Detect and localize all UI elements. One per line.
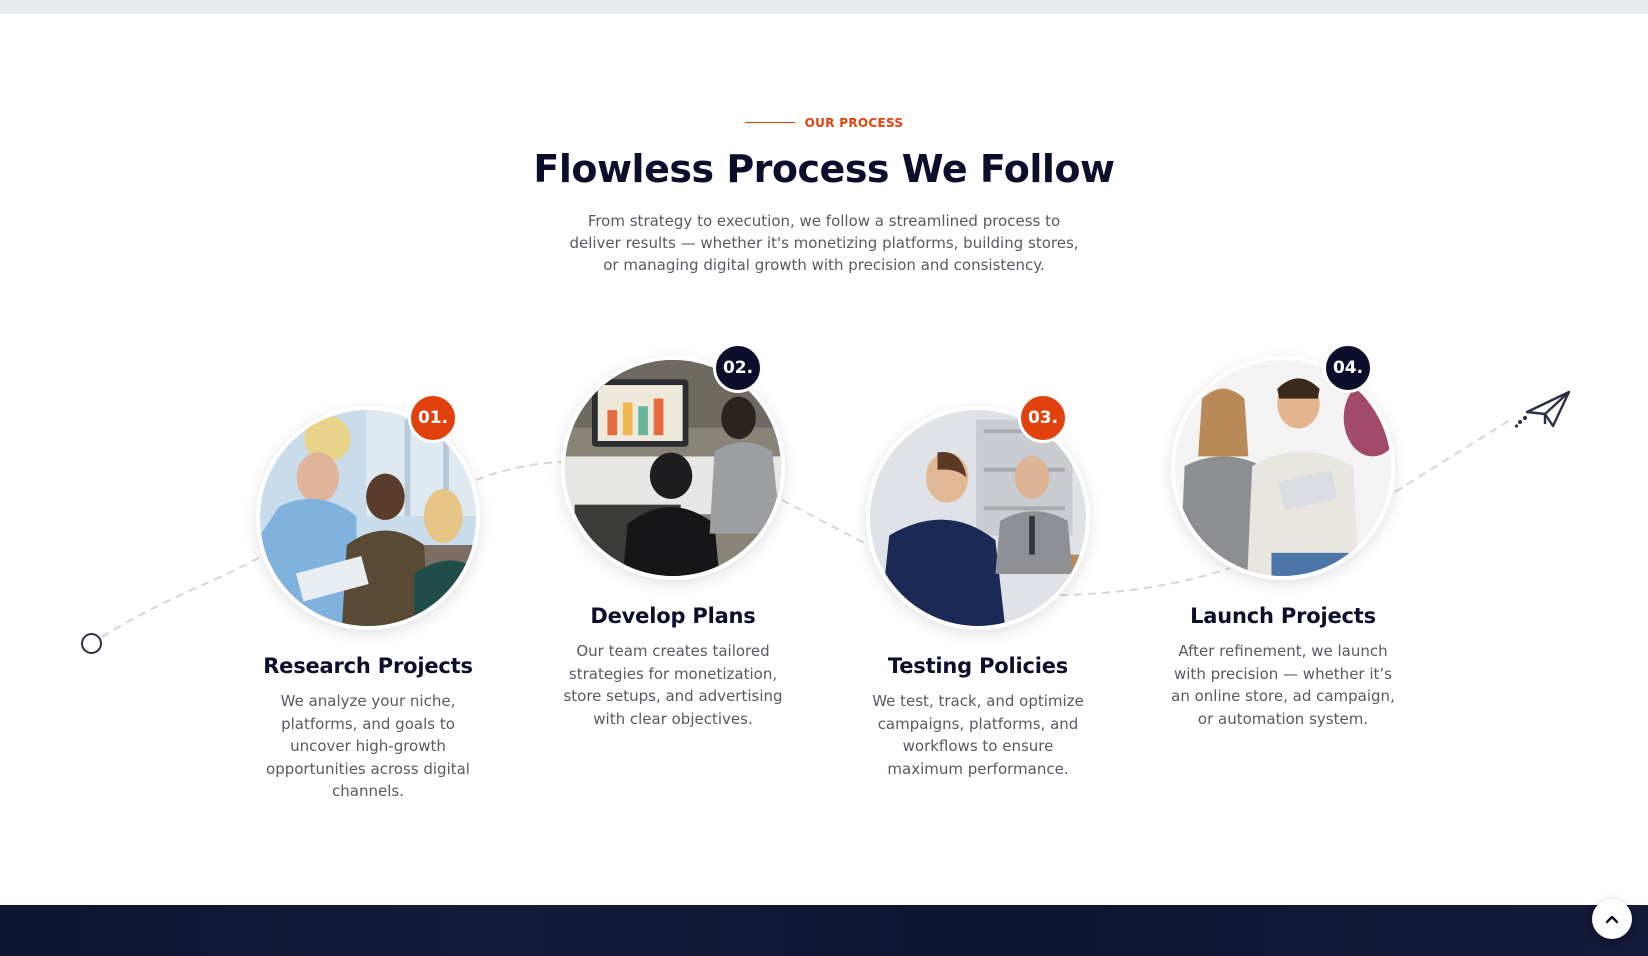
step-description: Our team creates tailored strategies for… bbox=[563, 642, 783, 728]
step-number-badge: 01. bbox=[408, 393, 458, 443]
step-photo-wrapper: 03. bbox=[866, 393, 1090, 630]
chevron-up-icon bbox=[1605, 915, 1619, 924]
eyebrow: OUR PROCESS bbox=[744, 115, 904, 130]
step-description: After refinement, we launch with precisi… bbox=[1171, 642, 1395, 728]
research-team-photo bbox=[256, 406, 480, 630]
eyebrow-text: OUR PROCESS bbox=[804, 115, 904, 130]
step-title: Testing Policies bbox=[887, 654, 1069, 678]
step-title: Research Projects bbox=[263, 654, 473, 678]
section-header: OUR PROCESS Flowless Process We Follow F… bbox=[0, 108, 1648, 276]
launch-team-photo bbox=[1171, 356, 1395, 580]
step-number-badge: 02. bbox=[713, 343, 763, 393]
paper-plane-icon bbox=[1515, 390, 1571, 428]
step-description: We analyze your niche, platforms, and go… bbox=[266, 692, 470, 800]
section-subtitle: From strategy to execution, we follow a … bbox=[569, 211, 1079, 274]
planning-team-photo bbox=[561, 356, 785, 580]
step-photo-wrapper: 02. bbox=[561, 343, 785, 580]
step-number-badge: 03. bbox=[1018, 393, 1068, 443]
step-photo-wrapper: 01. bbox=[256, 393, 480, 630]
step-title: Launch Projects bbox=[1190, 604, 1376, 628]
process-step-develop: 02. Develop Plans Our team creates tailo… bbox=[548, 343, 798, 730]
process-step-launch: 04. Launch Projects After refinement, we… bbox=[1158, 343, 1408, 730]
step-title: Develop Plans bbox=[590, 604, 756, 628]
footer-band bbox=[0, 905, 1648, 956]
testing-team-photo bbox=[866, 406, 1090, 630]
eyebrow-line bbox=[744, 122, 795, 123]
section-title: Flowless Process We Follow bbox=[533, 146, 1115, 191]
circle-outline-icon bbox=[81, 633, 102, 654]
step-number-badge: 04. bbox=[1323, 343, 1373, 393]
top-strip bbox=[0, 0, 1648, 14]
process-step-testing: 03. Testing Policies We test, track, and… bbox=[853, 393, 1103, 780]
process-page: OUR PROCESS Flowless Process We Follow F… bbox=[0, 0, 1648, 956]
scroll-to-top-button[interactable] bbox=[1592, 899, 1632, 939]
step-photo-wrapper: 04. bbox=[1171, 343, 1395, 580]
step-description: We test, track, and optimize campaigns, … bbox=[872, 692, 1084, 778]
process-step-research: 01. Research Projects We analyze your ni… bbox=[243, 393, 493, 803]
